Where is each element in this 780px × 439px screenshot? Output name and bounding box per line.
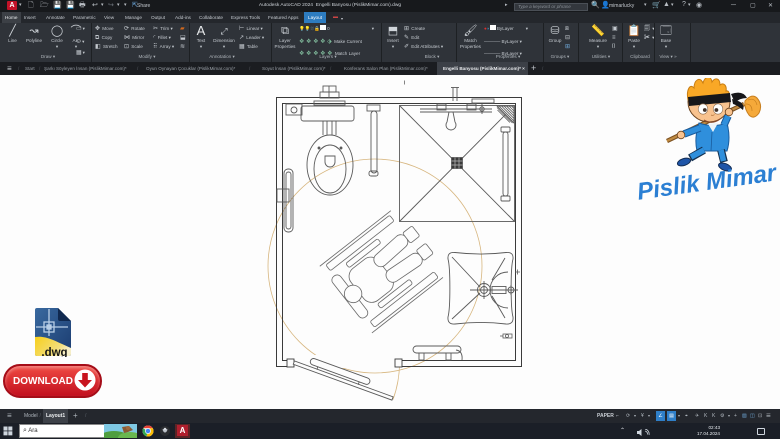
- svg-text:Pislik Mimar: Pislik Mimar: [636, 163, 780, 206]
- svg-text:.dwg: .dwg: [41, 347, 67, 357]
